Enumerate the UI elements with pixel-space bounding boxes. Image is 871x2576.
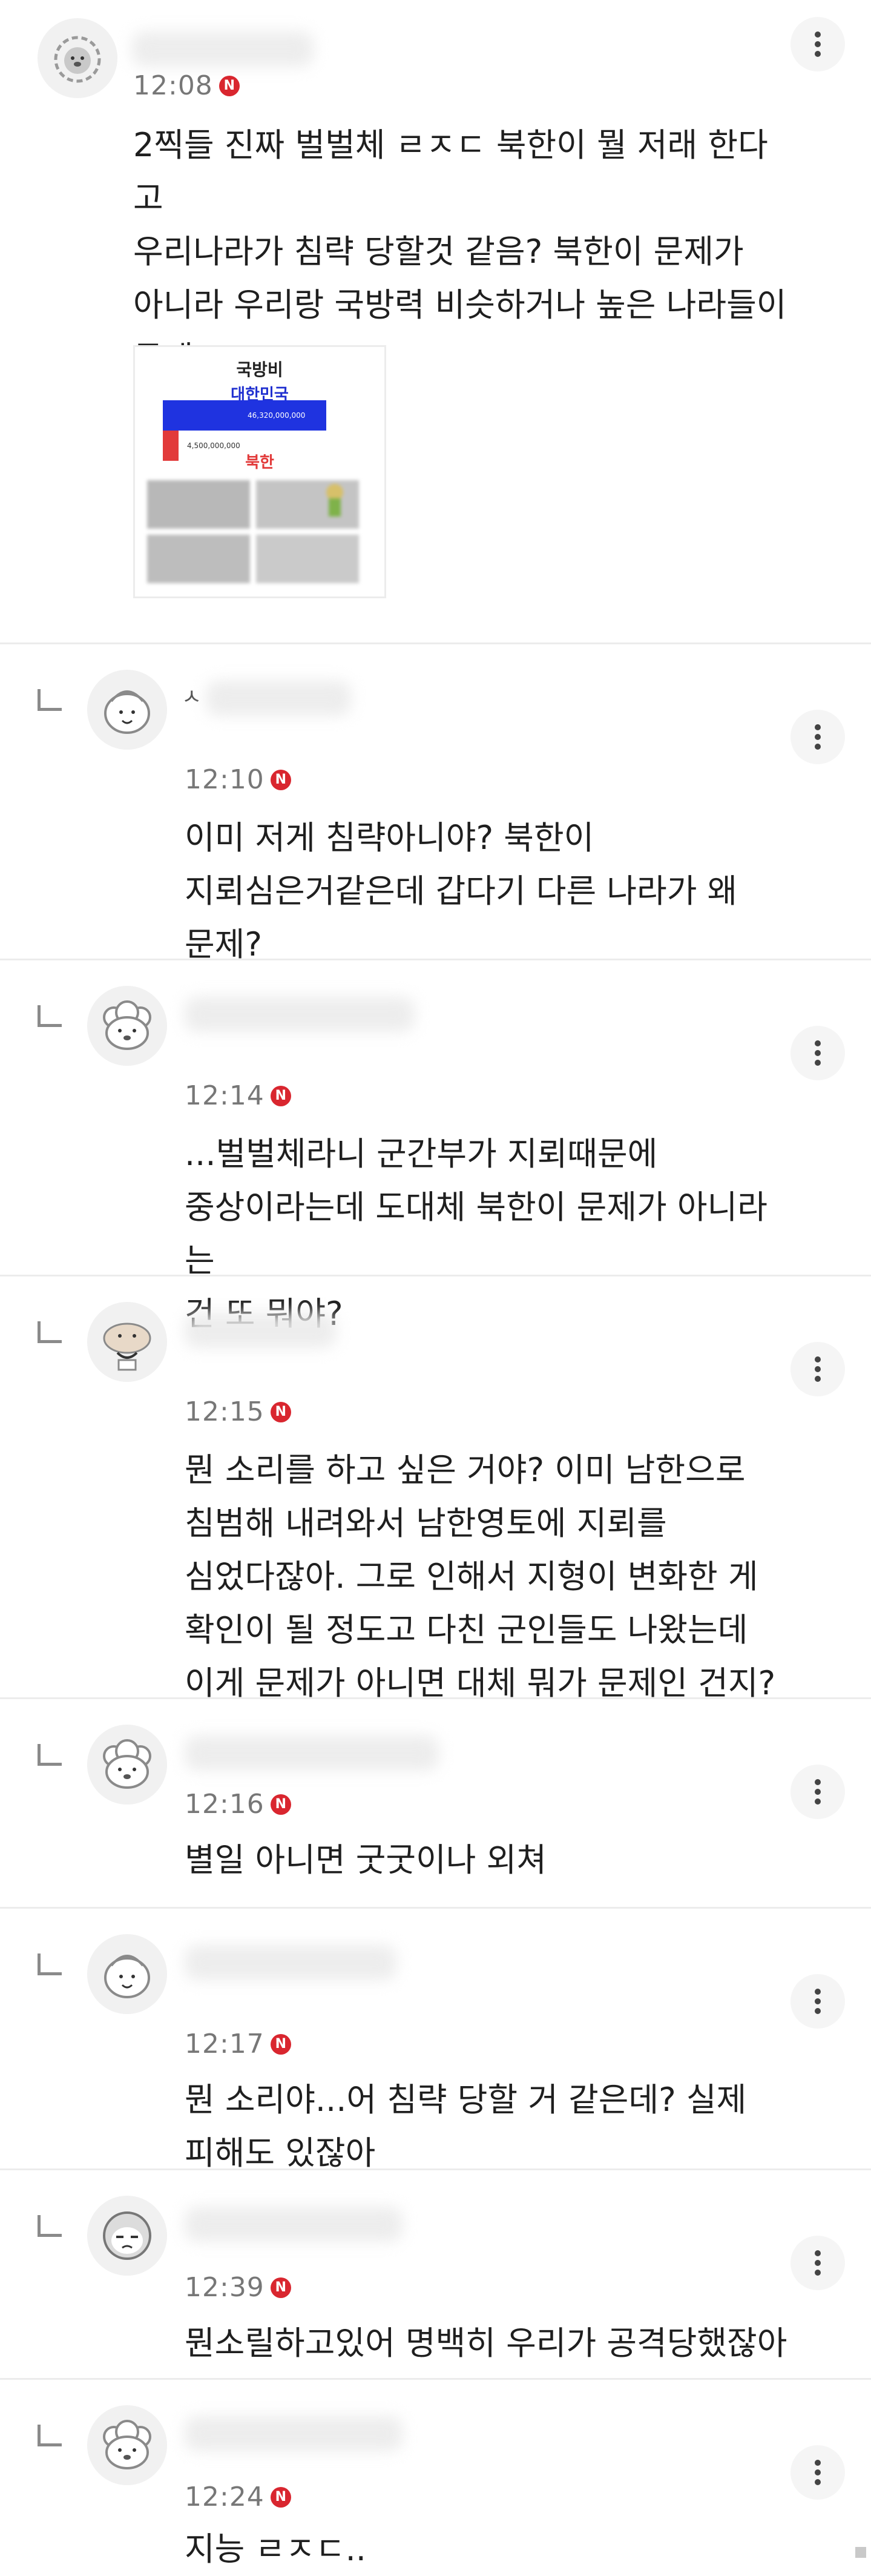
more-vertical-icon (815, 1779, 821, 1805)
author-name-redacted (206, 681, 351, 716)
comment-time: 12:14 (185, 1080, 265, 1111)
reply: 12:17 N 뭔 소리야...어 침략 당할 거 같은데? 실제 피해도 있잖… (0, 1909, 871, 2172)
more-options-button[interactable] (790, 1026, 845, 1080)
reply-indent-icon (38, 2425, 62, 2449)
author-name-redacted (185, 1945, 396, 1980)
time-row: 12:17 N (185, 2029, 291, 2059)
avatar[interactable] (87, 670, 167, 750)
comment-time: 12:10 (185, 764, 265, 795)
author-name-redacted (132, 31, 314, 67)
more-options-button[interactable] (790, 17, 845, 71)
new-badge: N (219, 75, 240, 96)
comment-time: 12:08 (133, 70, 213, 101)
reply: 12:16 N 별일 아니면 굿굿이나 외쳐 (0, 1699, 871, 1909)
new-badge: N (270, 2486, 291, 2508)
more-vertical-icon (815, 31, 821, 57)
reply: 12:14 N ...벌벌체라니 군간부가 지뢰때문에 중상이라는데 도대체 북… (0, 960, 871, 1333)
banknotes-image (147, 480, 359, 583)
avatar[interactable] (87, 1934, 167, 2014)
avatar[interactable] (87, 1302, 167, 1382)
face-avatar-icon (87, 670, 167, 750)
reply-indent-icon (38, 1005, 62, 1029)
new-badge: N (270, 1401, 291, 1422)
time-row: 12:15 N (185, 1396, 291, 1427)
reply-indent-icon (38, 1744, 62, 1768)
more-options-button[interactable] (790, 1342, 845, 1396)
comment-text: 뭔 소리를 하고 싶은 거야? 이미 남한으로 침범해 내려와서 남한영토에 지… (185, 1451, 776, 1702)
reply: 12:15 N 뭔 소리를 하고 싶은 거야? 이미 남한으로 침범해 내려와서… (0, 1276, 871, 1702)
avatar[interactable] (87, 2196, 167, 2276)
author-name-redacted (185, 2416, 403, 2451)
more-vertical-icon (815, 1040, 821, 1066)
comment-time: 12:16 (185, 1789, 265, 1820)
face-avatar-icon (87, 1934, 167, 2014)
time-row: 12:24 N (185, 2482, 291, 2512)
avatar[interactable] (87, 2405, 167, 2485)
avatar[interactable] (87, 1725, 167, 1805)
time-row: 12:10 N (185, 764, 291, 795)
more-options-button[interactable] (790, 1974, 845, 2029)
new-badge: N (270, 2277, 291, 2298)
author-name-redacted (185, 1735, 439, 1771)
reply: 12:24 N 지능 ㄹㅈㄷ.. (0, 2380, 871, 2568)
comment: 12:08 N 2찍들 진짜 벌벌체 ㄹㅈㄷ 북한이 뭘 저래 한다고 우리나라… (0, 0, 871, 644)
character-avatar-icon (87, 1302, 167, 1382)
more-vertical-icon (815, 724, 821, 750)
comment-time: 12:15 (185, 1396, 265, 1427)
new-badge: N (270, 769, 291, 790)
author-name-redacted (185, 997, 415, 1032)
author-name: ㅅ (182, 685, 202, 710)
time-row: 12:14 N (185, 1080, 291, 1111)
time-row: 12:39 N (185, 2272, 291, 2303)
reply: 12:39 N 뭔소릴하고있어 명백히 우리가 공격당했잖아 (0, 2170, 871, 2380)
more-vertical-icon (815, 2250, 821, 2276)
new-badge: N (270, 1794, 291, 1815)
attachment-value-b: 4,500,000,000 (187, 441, 240, 450)
reply: ㅅ 12:10 N 이미 저게 침략아니야? 북한이 지뢰심은거같은데 갑다기 … (0, 644, 871, 963)
more-options-button[interactable] (790, 2445, 845, 2500)
reply-indent-icon (38, 1953, 62, 1978)
dog-avatar-icon (87, 2405, 167, 2485)
more-options-button[interactable] (790, 2236, 845, 2290)
comment-text: 뭔소릴하고있어 명백히 우리가 공격당했잖아 (185, 2324, 787, 2362)
more-vertical-icon (815, 1356, 821, 1382)
author-name-redacted (185, 2207, 403, 2242)
more-options-button[interactable] (790, 710, 845, 764)
lion-avatar-icon (38, 18, 117, 98)
dog-avatar-icon (87, 986, 167, 1066)
attached-image[interactable]: 국방비 대한민국 46,320,000,000 4,500,000,000 북한 (133, 345, 386, 598)
attachment-title: 국방비 (236, 360, 283, 380)
attachment-value-a: 46,320,000,000 (248, 411, 306, 420)
comment-time: 12:17 (185, 2029, 265, 2059)
character-avatar-icon (87, 2196, 167, 2276)
new-badge: N (270, 1085, 291, 1106)
comment-text: 지능 ㄹㅈㄷ.. (185, 2530, 366, 2568)
comment-text: 이미 저게 침략아니야? 북한이 지뢰심은거같은데 갑다기 다른 나라가 왜 문… (185, 819, 738, 963)
comment-text: 뭔 소리야...어 침략 당할 거 같은데? 실제 피해도 있잖아 (185, 2081, 747, 2172)
avatar[interactable] (38, 18, 117, 98)
avatar[interactable] (87, 986, 167, 1066)
reply-indent-icon (38, 2215, 62, 2239)
reply-indent-icon (38, 1321, 62, 1346)
scroll-corner (855, 2547, 866, 2558)
author-name-redacted (185, 1313, 336, 1348)
reply-indent-icon (38, 689, 62, 713)
more-vertical-icon (815, 2460, 821, 2485)
more-options-button[interactable] (790, 1765, 845, 1819)
comment-time: 12:39 (185, 2272, 265, 2303)
attachment-label-b: 북한 (245, 454, 274, 472)
more-vertical-icon (815, 1989, 821, 2014)
comment-time: 12:24 (185, 2482, 265, 2512)
time-row: 12:16 N (185, 1789, 291, 1820)
comment-text: 별일 아니면 굿굿이나 외쳐 (185, 1841, 547, 1879)
time-row: 12:08 N (133, 70, 240, 101)
dog-avatar-icon (87, 1725, 167, 1805)
new-badge: N (270, 2033, 291, 2055)
